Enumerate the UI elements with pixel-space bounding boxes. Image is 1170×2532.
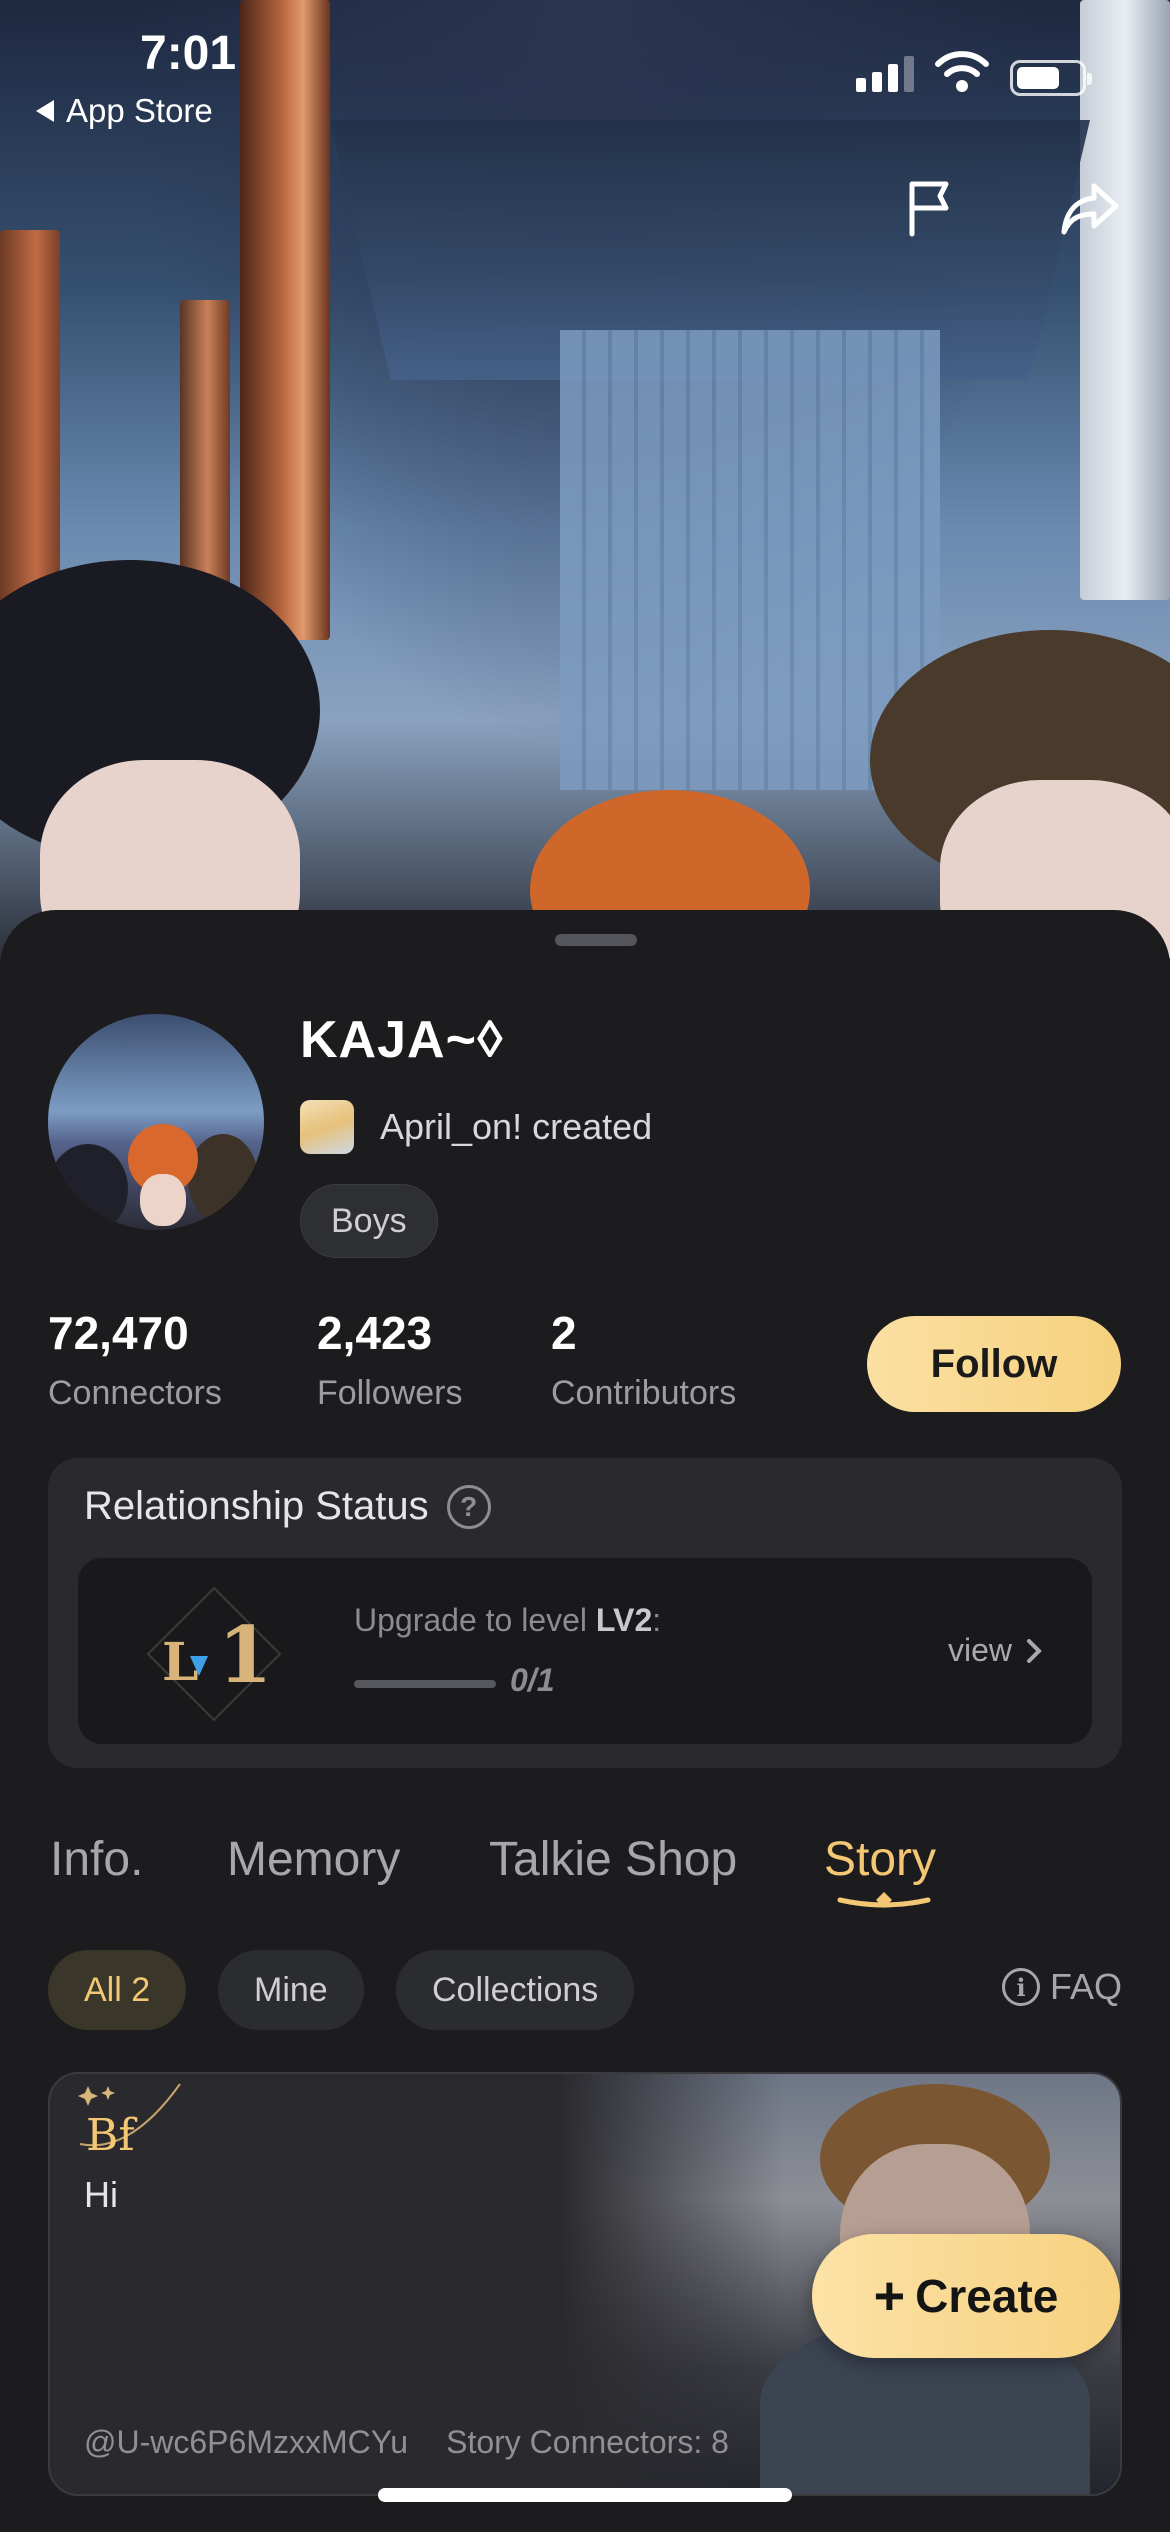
back-triangle-icon — [36, 100, 54, 122]
view-link[interactable]: view — [948, 1632, 1042, 1669]
profile-name: KAJA~◊ — [300, 1011, 504, 1069]
chevron-right-icon — [1027, 1638, 1042, 1663]
relationship-title: Relationship Status — [84, 1484, 429, 1528]
creator-label: April_on! created — [380, 1106, 653, 1147]
story-text: Hi — [84, 2174, 118, 2215]
stat-followers[interactable]: 2,423 Followers — [317, 1306, 462, 1413]
faq-link[interactable]: i FAQ — [1002, 1966, 1122, 2008]
story-meta: @U-wc6P6MzxxMCYu Story Connectors: 8 — [84, 2424, 729, 2461]
svg-text:Bf: Bf — [86, 2110, 137, 2161]
create-button[interactable]: + Create — [812, 2234, 1120, 2358]
help-icon[interactable]: ? — [446, 1484, 491, 1529]
sheet-grabber[interactable] — [555, 934, 637, 946]
story-logo: Bf — [78, 2083, 181, 2161]
cellular-signal-icon — [856, 56, 914, 92]
hero-pillar — [1080, 0, 1170, 600]
stat-value: 2,423 — [317, 1307, 433, 1359]
info-icon: i — [1002, 1968, 1040, 2006]
relationship-card: Relationship Status ? L 1 Upgrade to lev… — [48, 1458, 1122, 1768]
stat-label: Contributors — [551, 1374, 737, 1412]
level-progress-text: 0/1 — [510, 1662, 555, 1698]
plus-icon: + — [873, 2266, 906, 2326]
create-label: Create — [915, 2270, 1059, 2322]
share-icon[interactable] — [1058, 176, 1122, 240]
category-tag[interactable]: Boys — [300, 1184, 438, 1258]
stat-contributors[interactable]: 2 Contributors — [551, 1306, 736, 1413]
tab-story[interactable]: Story — [824, 1832, 936, 1887]
stat-connectors[interactable]: 72,470 Connectors — [48, 1306, 222, 1413]
hero-pillar — [240, 0, 330, 640]
avatar[interactable] — [48, 1014, 264, 1230]
tab-bar: Info. Memory Talkie Shop Story — [0, 1832, 1170, 1912]
story-author: @U-wc6P6MzxxMCYu — [84, 2424, 409, 2460]
tab-talkie-shop[interactable]: Talkie Shop — [489, 1832, 737, 1887]
hero-image — [0, 0, 1170, 960]
filter-mine[interactable]: Mine — [218, 1950, 364, 2030]
upgrade-text: Upgrade to level LV2: — [354, 1602, 662, 1638]
filter-collections[interactable]: Collections — [396, 1950, 635, 2030]
creator-link[interactable]: April_on! created — [300, 1100, 652, 1154]
hero-pillar — [0, 230, 60, 630]
svg-text:1: 1 — [218, 1610, 272, 1701]
relationship-level-panel[interactable]: L 1 Upgrade to level LV2: 0/1 view — [78, 1558, 1092, 1744]
story-connectors: Story Connectors: 8 — [446, 2424, 729, 2460]
back-app-label: App Store — [66, 92, 213, 129]
relationship-title-row: Relationship Status ? — [84, 1484, 491, 1529]
wifi-icon — [935, 51, 989, 92]
stat-label: Followers — [317, 1374, 463, 1412]
level-progress-bar — [354, 1680, 496, 1688]
stat-value: 2 — [551, 1307, 577, 1359]
follow-button[interactable]: Follow — [867, 1316, 1121, 1412]
back-to-app-store[interactable]: App Store — [36, 92, 213, 130]
status-time: 7:01 — [140, 27, 237, 80]
view-label: view — [948, 1632, 1013, 1668]
active-tab-indicator — [837, 1892, 931, 1908]
battery-icon — [1010, 60, 1092, 96]
home-indicator[interactable] — [378, 2488, 792, 2502]
stat-value: 72,470 — [48, 1307, 189, 1359]
stat-label: Connectors — [48, 1374, 222, 1412]
filter-all[interactable]: All 2 — [48, 1950, 187, 2030]
level-badge-icon: L 1 — [146, 1586, 282, 1722]
creator-avatar — [300, 1100, 354, 1154]
tab-memory[interactable]: Memory — [227, 1832, 400, 1887]
faq-label: FAQ — [1050, 1966, 1123, 2007]
upgrade-level: LV2 — [595, 1602, 653, 1638]
flag-icon[interactable] — [898, 176, 962, 240]
tab-info[interactable]: Info. — [50, 1832, 143, 1887]
profile-sheet: KAJA~◊ April_on! created Boys 72,470 Con… — [0, 910, 1170, 2532]
